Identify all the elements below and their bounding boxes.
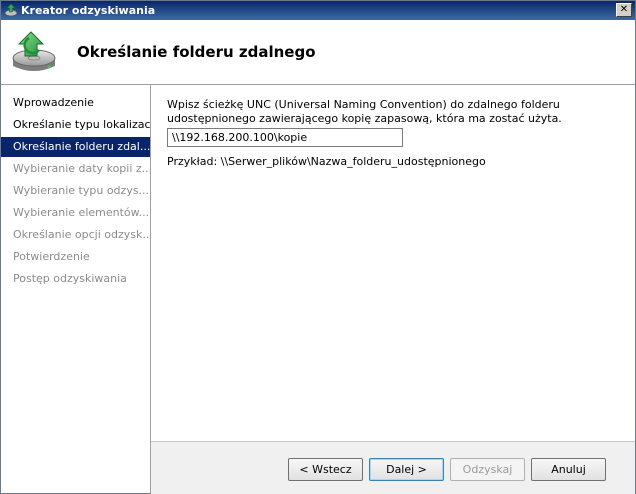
step-backup-date: Wybieranie daty kopii z... bbox=[13, 162, 150, 175]
wizard-footer: < Wstecz Dalej > Odzyskaj Anuluj bbox=[151, 441, 635, 494]
step-recovery-type: Wybieranie typu odzys... bbox=[13, 184, 150, 197]
next-button[interactable]: Dalej > bbox=[369, 458, 444, 481]
window-title: Kreator odzyskiwania bbox=[21, 4, 156, 17]
title-bar[interactable]: Kreator odzyskiwania ✕ bbox=[1, 1, 635, 20]
step-location-type[interactable]: Określanie typu lokalizacji bbox=[1, 115, 150, 135]
example-text: Przykład: \\Serwer_plików\Nazwa_folderu_… bbox=[167, 155, 486, 168]
step-select-items: Wybieranie elementów... bbox=[13, 206, 150, 219]
wizard-steps-sidebar: Wprowadzenie Określanie typu lokalizacji… bbox=[1, 85, 151, 493]
instruction-text: Wpisz ścieżkę UNC (Universal Naming Conv… bbox=[167, 98, 562, 125]
step-recovery-options: Określanie opcji odzysk... bbox=[13, 228, 150, 241]
disk-restore-icon bbox=[12, 31, 56, 71]
step-introduction[interactable]: Wprowadzenie bbox=[1, 93, 150, 113]
backup-restore-icon bbox=[4, 3, 18, 17]
recover-button: Odzyskaj bbox=[450, 458, 525, 481]
unc-path-input[interactable] bbox=[167, 128, 403, 147]
wizard-window: Kreator odzyskiwania ✕ Określanie folder… bbox=[0, 0, 636, 494]
wizard-content: Wpisz ścieżkę UNC (Universal Naming Conv… bbox=[151, 85, 635, 440]
close-button[interactable]: ✕ bbox=[616, 3, 632, 17]
step-remote-folder[interactable]: Określanie folderu zdal... bbox=[1, 137, 150, 157]
page-title: Określanie folderu zdalnego bbox=[77, 43, 316, 61]
wizard-header: Określanie folderu zdalnego bbox=[1, 20, 635, 85]
step-recovery-progress: Postęp odzyskiwania bbox=[13, 272, 127, 285]
close-icon: ✕ bbox=[619, 4, 629, 15]
back-button[interactable]: < Wstecz bbox=[288, 458, 363, 481]
step-confirmation: Potwierdzenie bbox=[13, 250, 90, 263]
cancel-button[interactable]: Anuluj bbox=[531, 458, 606, 481]
